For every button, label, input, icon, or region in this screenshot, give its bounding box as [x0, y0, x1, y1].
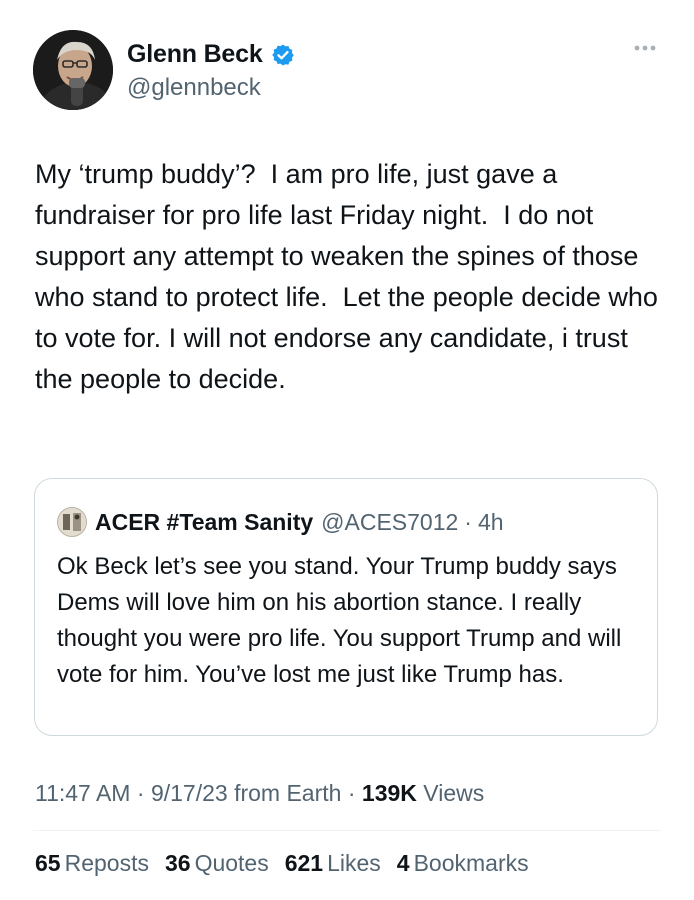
quoted-author-name[interactable]: ACER #Team Sanity [95, 509, 313, 536]
quoted-author-handle[interactable]: @ACES7012 [321, 509, 458, 536]
quoted-author-avatar[interactable] [57, 507, 87, 537]
quotes-count: 36 [164, 850, 191, 876]
tweet-source: from Earth [234, 780, 342, 806]
views-count: 139K [361, 780, 417, 806]
author-name-row: Glenn Beck [127, 40, 295, 69]
meta-separator: · [136, 780, 145, 806]
verified-badge-icon [271, 43, 295, 67]
quoted-tweet-text: Ok Beck let’s see you stand. Your Trump … [57, 553, 622, 688]
quotes-label: Quotes [194, 850, 269, 876]
tweet-time[interactable]: 11:47 AM [35, 780, 130, 806]
quoted-time[interactable]: 4h [478, 509, 504, 536]
likes-stat[interactable]: 621 Likes [285, 850, 381, 877]
quoted-tweet-header: ACER #Team Sanity @ACES7012 · 4h [57, 507, 504, 537]
tweet-meta: 11:47 AM · 9/17/23 from Earth · 139K Vie… [35, 780, 484, 807]
reposts-label: Reposts [64, 850, 149, 876]
quotes-stat[interactable]: 36 Quotes [165, 850, 269, 877]
reposts-count: 65 [35, 850, 61, 876]
author-handle[interactable]: @glennbeck [127, 74, 261, 102]
meta-separator: · [347, 780, 356, 806]
reposts-stat[interactable]: 65 Reposts [35, 850, 149, 877]
divider [33, 830, 661, 831]
quoted-tweet-card[interactable]: ACER #Team Sanity @ACES7012 · 4h Ok Beck… [34, 478, 658, 736]
tweet-text: My ‘trump buddy’? I am pro life, just ga… [35, 159, 666, 394]
quoted-separator: · [464, 508, 472, 535]
author-display-name[interactable]: Glenn Beck [127, 40, 263, 69]
bookmarks-label: Bookmarks [413, 850, 529, 876]
bookmarks-stat[interactable]: 4 Bookmarks [397, 850, 529, 877]
bookmarks-count: 4 [396, 850, 410, 876]
engagement-stats: 65 Reposts 36 Quotes 621 Likes 4 Bookmarks [35, 850, 529, 877]
likes-count: 621 [284, 850, 324, 876]
views-label: Views [423, 780, 485, 806]
author-avatar[interactable] [33, 30, 113, 110]
tweet-date[interactable]: 9/17/23 [151, 780, 228, 806]
likes-label: Likes [327, 850, 381, 876]
more-dots-icon[interactable] [634, 40, 656, 52]
tweet-detail: Glenn Beck @glennbeck My ‘trump buddy’? … [0, 0, 694, 900]
